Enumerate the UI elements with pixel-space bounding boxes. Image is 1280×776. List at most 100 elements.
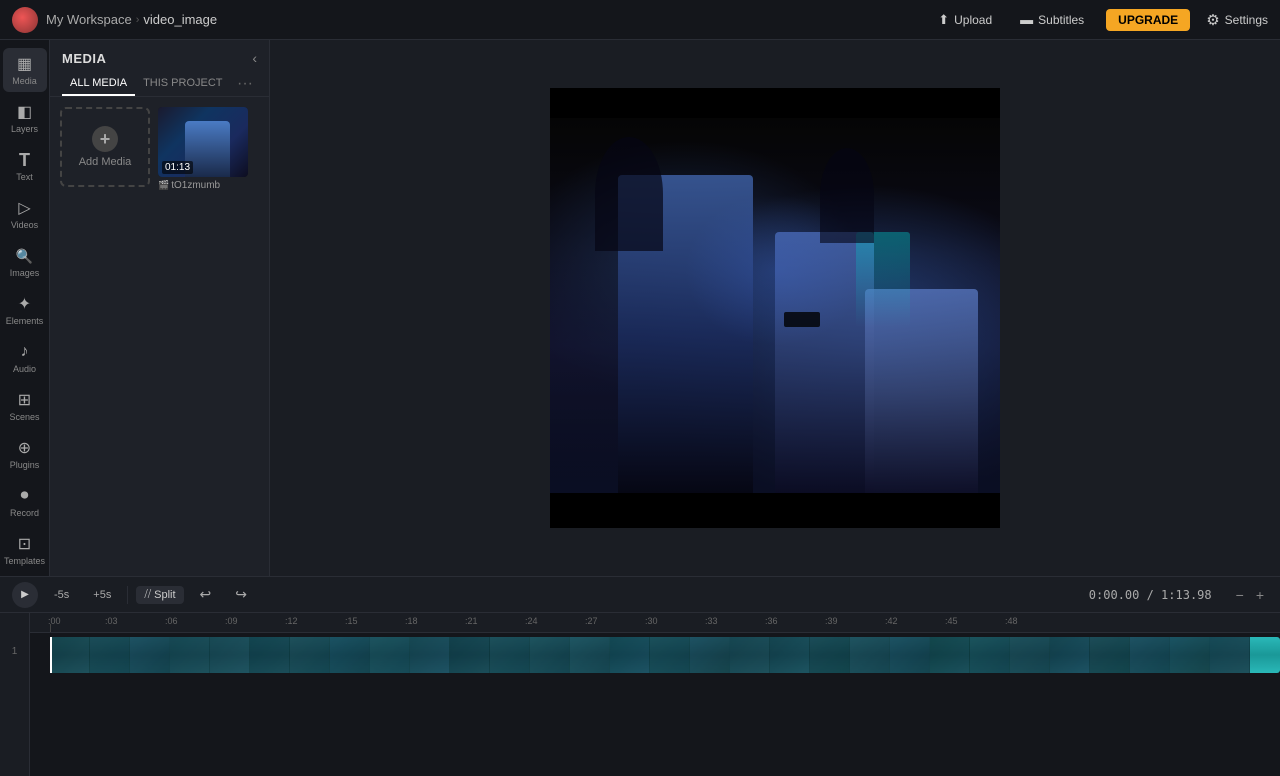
preview-area [270, 40, 1280, 576]
sidebar-item-plugins-label: Plugins [10, 460, 40, 470]
main-area: ▦ Media ◧ Layers T Text ▷ Videos 🔍 Image… [0, 40, 1280, 576]
clip-frame [690, 637, 730, 673]
toolbar-divider [127, 586, 128, 604]
clip-frame [130, 637, 170, 673]
timeline-ruler: :00 :03 :06 :09 :12 :15 :18 :21 :24 :27 … [30, 613, 1280, 633]
zoom-controls: − + [1232, 585, 1268, 605]
media-more-button[interactable]: ··· [233, 73, 257, 95]
play-icon: ▶ [21, 589, 29, 600]
plugins-icon: ⊕ [15, 438, 35, 458]
clip-frame [370, 637, 410, 673]
media-panel-header: MEDIA ‹ [50, 40, 269, 72]
ruler-marks: :00 :03 :06 :09 :12 :15 :18 :21 :24 :27 … [30, 613, 1280, 632]
tab-this-project[interactable]: THIS PROJECT [135, 72, 230, 96]
text-icon: T [15, 150, 35, 170]
sidebar-item-media[interactable]: ▦ Media [3, 48, 47, 92]
clip-frame [970, 637, 1010, 673]
add-media-icon: + [92, 126, 118, 152]
clip-frame [330, 637, 370, 673]
workspace-link[interactable]: My Workspace [46, 12, 132, 27]
clip-frame [1170, 637, 1210, 673]
zoom-in-button[interactable]: + [1252, 585, 1268, 605]
ruler-mark-9: :27 [585, 616, 598, 626]
media-tabs: ALL MEDIA THIS PROJECT ··· [50, 72, 269, 97]
upload-button[interactable]: ⬆ Upload [932, 9, 998, 31]
play-button[interactable]: ▶ [12, 582, 38, 608]
video-track-clip[interactable] [50, 637, 1280, 673]
sidebar-item-record[interactable]: ⏺ Record [3, 480, 47, 524]
collapse-panel-button[interactable]: ‹ [252, 50, 257, 66]
sidebar-item-elements[interactable]: ✦ Elements [3, 288, 47, 332]
sidebar-item-audio[interactable]: ♪ Audio [3, 336, 47, 380]
minus5-button[interactable]: -5s [46, 586, 77, 604]
sidebar-item-scenes[interactable]: ⊞ Scenes [3, 384, 47, 428]
add-media-label: Add Media [79, 156, 132, 168]
settings-button[interactable]: ⚙ Settings [1206, 11, 1268, 29]
sidebar-item-templates-label: Templates [4, 556, 45, 566]
subtitles-icon: ▬ [1020, 12, 1033, 27]
breadcrumb: My Workspace › video_image [46, 12, 217, 27]
sidebar-item-media-label: Media [12, 76, 37, 86]
ruler-tick-0 [50, 624, 51, 632]
undo-button[interactable]: ↩ [192, 583, 220, 606]
sidebar-item-scenes-label: Scenes [9, 412, 39, 422]
redo-button[interactable]: ↪ [227, 583, 255, 606]
clip-frame [650, 637, 690, 673]
sidebar-item-elements-label: Elements [6, 316, 44, 326]
ruler-mark-13: :39 [825, 616, 838, 626]
tab-all-media[interactable]: ALL MEDIA [62, 72, 135, 96]
ruler-mark-1: :03 [105, 616, 118, 626]
ruler-mark-12: :36 [765, 616, 778, 626]
clip-frame [610, 637, 650, 673]
clip-frame [170, 637, 210, 673]
add-media-button[interactable]: + Add Media [60, 107, 150, 187]
sidebar-item-text-label: Text [16, 172, 33, 182]
sidebar-item-videos-label: Videos [11, 220, 38, 230]
sidebar-item-videos[interactable]: ▷ Videos [3, 192, 47, 236]
ruler-mark-11: :33 [705, 616, 718, 626]
media-thumbnail-item[interactable]: 01:13 🎬 tO1zmumb [158, 107, 248, 191]
clip-frame [410, 637, 450, 673]
zoom-out-button[interactable]: − [1232, 585, 1248, 605]
sidebar-item-images[interactable]: 🔍 Images [3, 240, 47, 284]
scenes-icon: ⊞ [15, 390, 35, 410]
split-button[interactable]: ⧸⧸ Split [136, 586, 183, 604]
clip-frame [770, 637, 810, 673]
plus5-button[interactable]: +5s [85, 586, 119, 604]
video-track-1 [30, 637, 1280, 673]
ruler-mark-5: :15 [345, 616, 358, 626]
video-scene [550, 118, 1000, 498]
ruler-mark-10: :30 [645, 616, 658, 626]
film-icon: 🎬 [158, 180, 169, 191]
media-panel: MEDIA ‹ ALL MEDIA THIS PROJECT ··· + Add… [50, 40, 270, 576]
clip-frame [930, 637, 970, 673]
navbar: My Workspace › video_image ⬆ Upload ▬ Su… [0, 0, 1280, 40]
clip-frame [850, 637, 890, 673]
sidebar-item-text[interactable]: T Text [3, 144, 47, 188]
app-logo [12, 7, 38, 33]
subtitles-label: Subtitles [1038, 13, 1084, 27]
ruler-mark-14: :42 [885, 616, 898, 626]
playhead[interactable] [50, 637, 52, 673]
clip-frame [730, 637, 770, 673]
ruler-mark-6: :18 [405, 616, 418, 626]
sidebar-item-templates[interactable]: ⊡ Templates [3, 528, 47, 572]
settings-label: Settings [1225, 13, 1268, 27]
ruler-mark-3: :09 [225, 616, 238, 626]
media-content: + Add Media 01:13 🎬 tO1zmumb [50, 97, 269, 576]
clip-frame [90, 637, 130, 673]
project-name: video_image [143, 12, 217, 27]
sidebar-item-plugins[interactable]: ⊕ Plugins [3, 432, 47, 476]
upgrade-button[interactable]: UPGRADE [1106, 9, 1190, 31]
clip-frame [1050, 637, 1090, 673]
subtitles-button[interactable]: ▬ Subtitles [1014, 9, 1090, 30]
ruler-mark-4: :12 [285, 616, 298, 626]
track-labels: 1 [0, 613, 30, 776]
clip-frame [1130, 637, 1170, 673]
templates-icon: ⊡ [15, 534, 35, 554]
sidebar-item-record-label: Record [10, 508, 39, 518]
sidebar-item-layers[interactable]: ◧ Layers [3, 96, 47, 140]
media-thumb-filename: tO1zmumb [171, 180, 220, 191]
settings-icon: ⚙ [1206, 11, 1219, 29]
ruler-mark-2: :06 [165, 616, 178, 626]
